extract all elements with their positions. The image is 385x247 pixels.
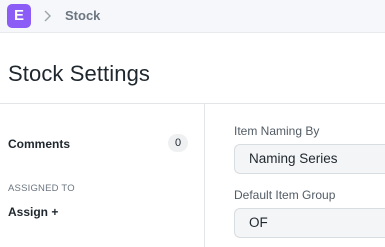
assign-button[interactable]: Assign +	[8, 205, 58, 219]
assigned-to-label: ASSIGNED TO	[8, 183, 75, 194]
item-naming-by-select[interactable]: Naming Series	[234, 144, 385, 174]
comments-label[interactable]: Comments	[8, 137, 70, 151]
default-item-group-input[interactable]: OF	[234, 208, 385, 238]
comments-count-badge: 0	[168, 134, 188, 152]
item-naming-by-label: Item Naming By	[234, 124, 320, 138]
breadcrumb-stock[interactable]: Stock	[65, 8, 100, 23]
chevron-right-icon	[44, 10, 51, 22]
default-item-group-label: Default Item Group	[234, 188, 336, 202]
page-title: Stock Settings	[8, 61, 151, 86]
app-logo[interactable]: E	[7, 4, 31, 28]
navbar: E Stock	[0, 0, 385, 33]
sidebar	[0, 104, 205, 247]
